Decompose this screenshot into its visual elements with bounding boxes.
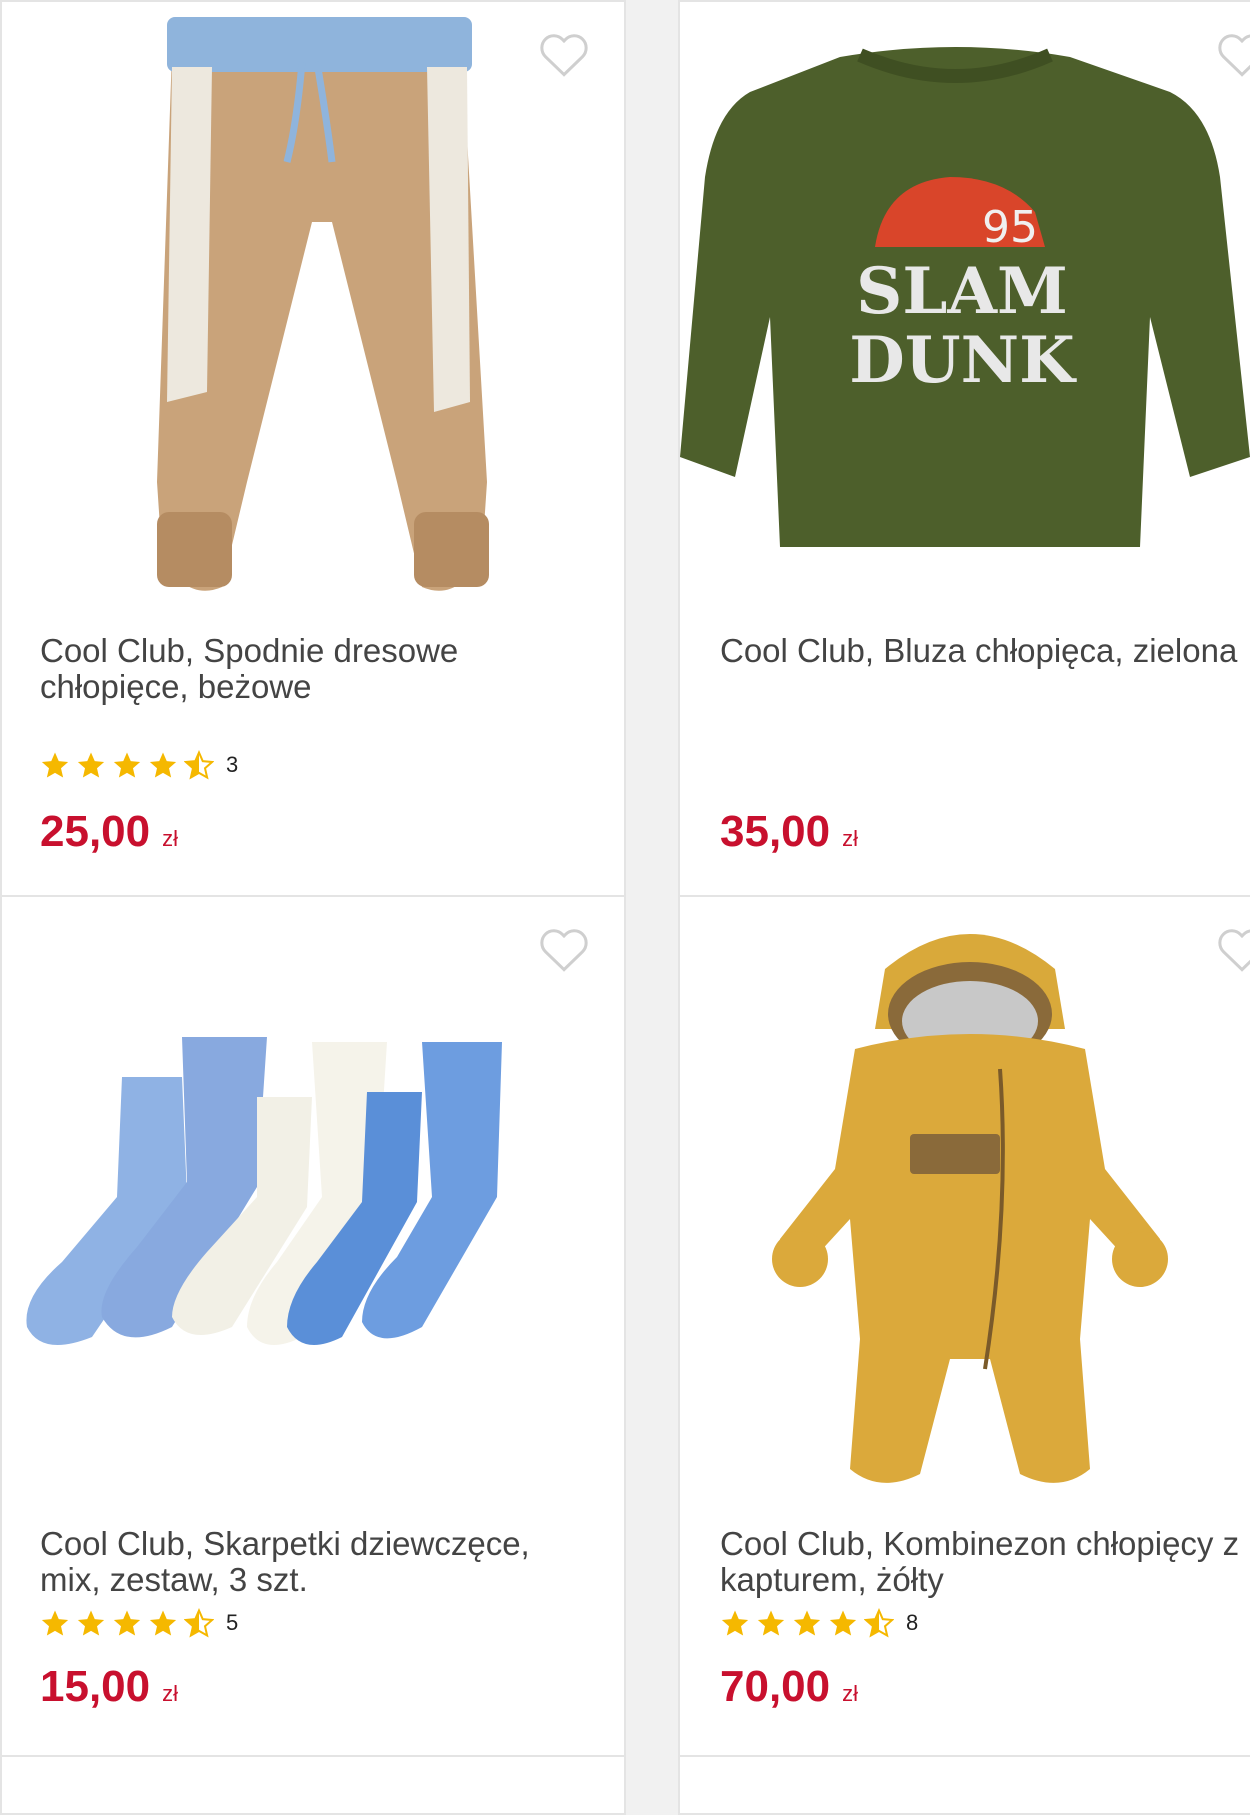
star-icon	[757, 1610, 785, 1636]
product-card[interactable]: Cool Club, Spodnie dresowe chłopięce, be…	[0, 0, 626, 897]
heart-outline-icon[interactable]	[538, 925, 590, 973]
price-value: 15,00	[40, 1662, 151, 1711]
product-image[interactable]	[22, 1037, 602, 1367]
star-icon	[829, 1610, 857, 1636]
rating-count: 5	[226, 1610, 239, 1635]
price-value: 70,00	[720, 1662, 831, 1711]
print-number: 95	[982, 202, 1038, 253]
star-icon	[149, 1610, 177, 1636]
product-title[interactable]: Cool Club, Skarpetki dziewczęce, mix, ze…	[40, 1526, 560, 1598]
star-icon	[721, 1610, 749, 1636]
heart-outline-icon[interactable]	[538, 30, 590, 78]
product-price: 70,00 zł	[720, 1662, 858, 1712]
product-card[interactable]: Cool Club, Skarpetki dziewczęce, mix, ze…	[0, 895, 626, 1757]
star-half-icon	[184, 750, 214, 780]
star-half-icon	[864, 1608, 894, 1638]
product-price: 25,00 zł	[40, 807, 178, 857]
star-icon	[793, 1610, 821, 1636]
print-line2: DUNK	[849, 323, 1077, 398]
product-rating: 5	[40, 1608, 238, 1638]
star-half-icon	[184, 1608, 214, 1638]
price-currency: zł	[162, 826, 178, 851]
star-icon	[113, 1610, 141, 1636]
product-title[interactable]: Cool Club, Spodnie dresowe chłopięce, be…	[40, 633, 500, 705]
product-image[interactable]: 95 SLAM DUNK	[678, 37, 1250, 587]
product-price: 35,00 zł	[720, 807, 858, 857]
star-icon	[41, 1610, 69, 1636]
price-currency: zł	[162, 1681, 178, 1706]
product-image[interactable]	[152, 12, 492, 602]
product-card[interactable]	[678, 1755, 1250, 1815]
product-title[interactable]: Cool Club, Kombinezon chłopięcy z kaptur…	[720, 1526, 1250, 1598]
heart-outline-icon[interactable]	[1216, 925, 1250, 973]
rating-count: 8	[906, 1610, 919, 1635]
price-currency: zł	[842, 1681, 858, 1706]
star-icon	[41, 752, 69, 778]
price-value: 25,00	[40, 807, 151, 856]
product-card[interactable]: Cool Club, Kombinezon chłopięcy z kaptur…	[678, 895, 1250, 1757]
product-title[interactable]: Cool Club, Bluza chłopięca, zielona	[720, 633, 1250, 669]
product-card[interactable]: 95 SLAM DUNK Cool Club, Bluza chłopięca,…	[678, 0, 1250, 897]
price-currency: zł	[842, 826, 858, 851]
product-card[interactable]	[0, 1755, 626, 1815]
rating-count: 3	[226, 752, 239, 777]
star-icon	[149, 752, 177, 778]
price-value: 35,00	[720, 807, 831, 856]
product-price: 15,00 zł	[40, 1662, 178, 1712]
print-line1: SLAM	[856, 254, 1068, 329]
product-rating: 8	[720, 1608, 918, 1638]
star-icon	[77, 752, 105, 778]
star-icon	[113, 752, 141, 778]
product-image[interactable]	[760, 909, 1180, 1499]
star-icon	[77, 1610, 105, 1636]
product-rating: 3	[40, 750, 238, 780]
